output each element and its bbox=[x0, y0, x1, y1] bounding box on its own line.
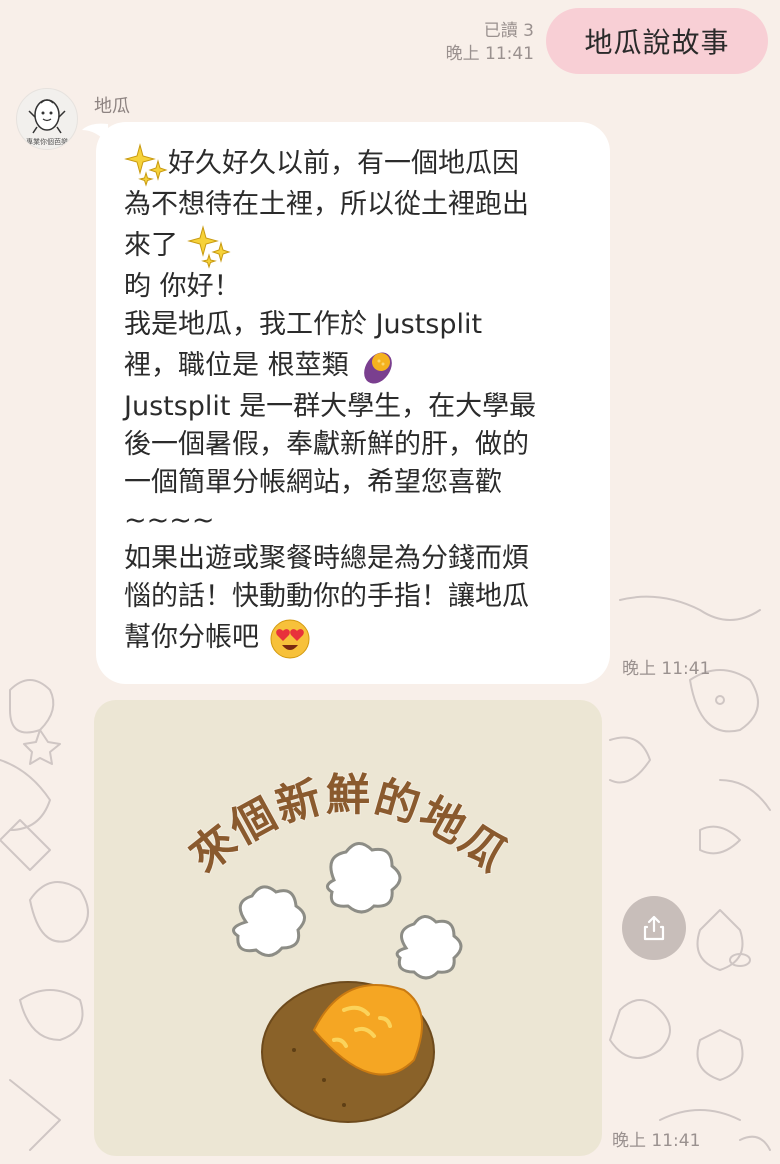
sender-name: 地瓜 bbox=[94, 96, 130, 117]
message-line: 惱的話！快動動你的手指！讓地瓜 bbox=[124, 581, 529, 612]
share-button[interactable] bbox=[622, 896, 686, 960]
sparkles-icon bbox=[186, 224, 231, 269]
received-message-bubble[interactable]: 好久好久以前，有一個地瓜因 為不想待在土裡，所以從土裡跑出 來了 昀 你好！ 我… bbox=[96, 122, 610, 684]
message-line: 如果出遊或聚餐時總是為分錢而煩 bbox=[124, 543, 529, 574]
message-line: 我是地瓜，我工作於 Justsplit bbox=[124, 309, 483, 340]
share-icon bbox=[643, 915, 665, 941]
message-line: 來了 bbox=[124, 224, 586, 269]
message-line: 後一個暑假，奉獻新鮮的肝，做的 bbox=[124, 429, 529, 460]
message-line: 好久好久以前，有一個地瓜因 bbox=[124, 142, 586, 187]
message-line: Justsplit 是一群大學生，在大學最 bbox=[124, 391, 537, 422]
received-message-time: 晚上 11:41 bbox=[622, 659, 711, 679]
avatar-caption: 專業你個芭樂 bbox=[26, 138, 68, 146]
message-line: 昀 你好！ bbox=[124, 271, 241, 302]
message-line: 一個簡單分帳網站，希望您喜歡 bbox=[124, 467, 502, 498]
steam-puff-icon bbox=[232, 842, 463, 980]
avatar[interactable]: 專業你個芭樂 bbox=[16, 88, 78, 150]
read-status: 已讀 3 bbox=[483, 21, 534, 41]
heart-eyes-icon bbox=[270, 619, 310, 658]
sweet-potato-sticker-art: 來個新鮮的地瓜 bbox=[179, 769, 517, 1123]
sent-message-meta: 已讀 3 晚上 11:41 bbox=[446, 20, 534, 66]
sent-message-time: 晚上 11:41 bbox=[445, 44, 534, 64]
sticker-image[interactable]: 來個新鮮的地瓜 bbox=[94, 700, 602, 1156]
message-line: 幫你分帳吧 bbox=[124, 616, 586, 660]
sparkles-icon bbox=[124, 142, 168, 187]
sweet-potato-icon bbox=[261, 981, 435, 1123]
sticker-time: 晚上 11:41 bbox=[612, 1131, 701, 1151]
message-line: 裡，職位是 根莖類 bbox=[124, 344, 586, 388]
sent-message-text: 地瓜說故事 bbox=[584, 26, 730, 59]
sent-message-bubble[interactable]: 地瓜說故事 bbox=[546, 8, 768, 74]
message-line: ~~~~ bbox=[124, 505, 215, 536]
message-line: 為不想待在土裡，所以從土裡跑出 bbox=[124, 189, 529, 220]
sweet-potato-icon bbox=[364, 351, 393, 384]
